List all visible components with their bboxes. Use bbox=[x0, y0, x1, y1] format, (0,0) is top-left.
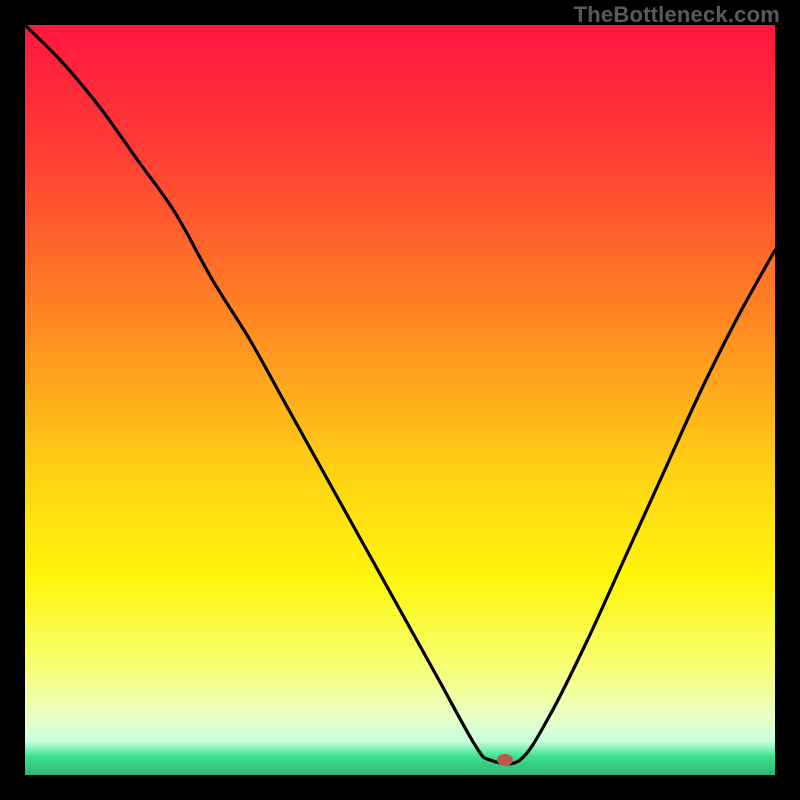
minimum-marker bbox=[497, 754, 513, 766]
background-gradient bbox=[25, 25, 775, 775]
plot-area bbox=[25, 25, 775, 775]
chart-svg bbox=[25, 25, 775, 775]
chart-frame: TheBottleneck.com bbox=[0, 0, 800, 800]
